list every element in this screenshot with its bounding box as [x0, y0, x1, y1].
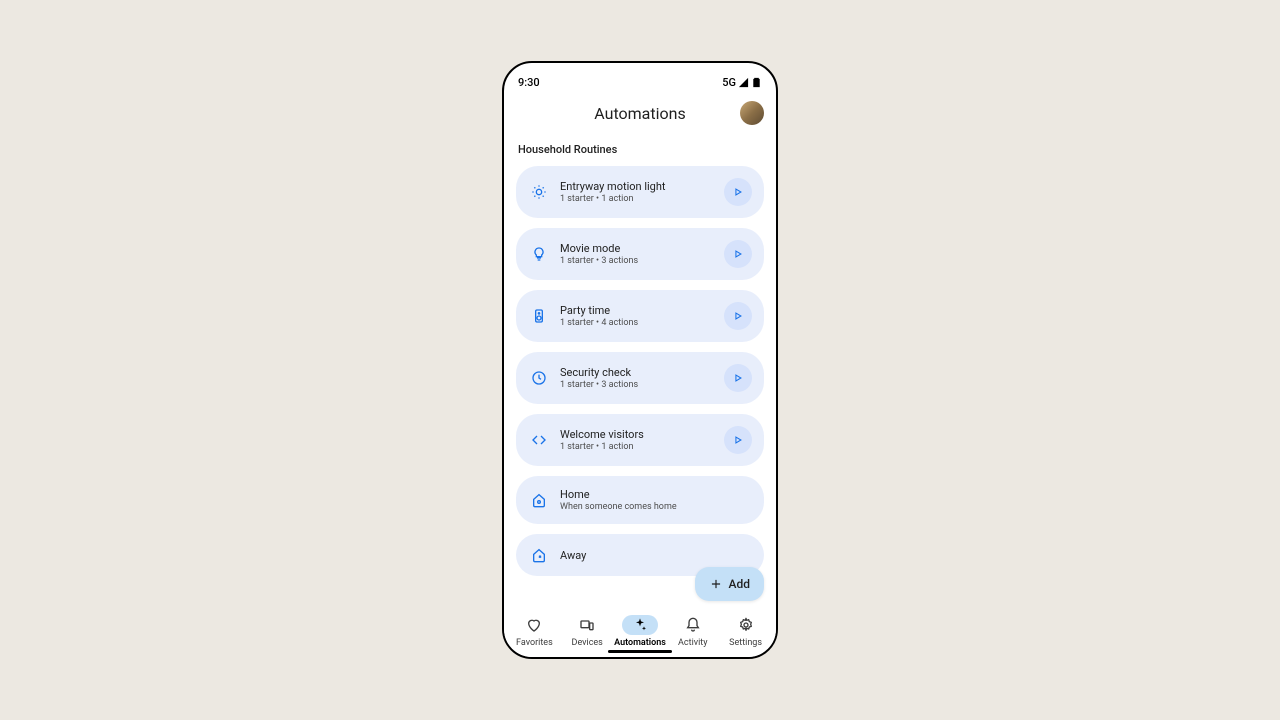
routine-text: Entryway motion light 1 starter • 1 acti…: [560, 180, 712, 204]
battery-icon: [751, 77, 762, 88]
gear-icon: [728, 615, 764, 635]
routine-security[interactable]: Security check 1 starter • 3 actions: [516, 352, 764, 404]
status-time: 9:30: [518, 76, 540, 89]
routine-sub: When someone comes home: [560, 502, 752, 512]
heart-icon: [516, 615, 552, 635]
routine-sub: 1 starter • 3 actions: [560, 256, 712, 266]
routine-entryway[interactable]: Entryway motion light 1 starter • 1 acti…: [516, 166, 764, 218]
avatar[interactable]: [740, 101, 764, 125]
routine-movie[interactable]: Movie mode 1 starter • 3 actions: [516, 228, 764, 280]
routine-title: Movie mode: [560, 242, 712, 255]
code-icon: [530, 431, 548, 449]
network-label: 5G: [722, 76, 736, 89]
nav-label: Automations: [614, 638, 666, 648]
routine-sub: 1 starter • 3 actions: [560, 380, 712, 390]
devices-icon: [569, 615, 605, 635]
routine-text: Away: [560, 549, 752, 562]
clock-icon: [530, 369, 548, 387]
status-bar: 9:30 5G: [504, 63, 776, 89]
status-right: 5G: [722, 76, 762, 89]
routine-title: Party time: [560, 304, 712, 317]
content: Household Routines Entryway motion light…: [504, 137, 776, 607]
signal-icon: [738, 77, 749, 88]
app-header: Automations: [504, 89, 776, 137]
nav-settings[interactable]: Settings: [719, 615, 772, 648]
speaker-icon: [530, 307, 548, 325]
brightness-icon: [530, 183, 548, 201]
play-button[interactable]: [724, 240, 752, 268]
plus-icon: [709, 577, 723, 591]
routine-sub: 1 starter • 4 actions: [560, 318, 712, 328]
add-button[interactable]: Add: [695, 567, 764, 601]
routine-title: Welcome visitors: [560, 428, 712, 441]
nav-automations[interactable]: Automations: [614, 615, 667, 648]
routine-title: Home: [560, 488, 752, 501]
routine-text: Security check 1 starter • 3 actions: [560, 366, 712, 390]
sparkle-icon: [622, 615, 658, 635]
home-icon: [530, 491, 548, 509]
nav-devices[interactable]: Devices: [561, 615, 614, 648]
routine-title: Away: [560, 549, 752, 562]
routine-home[interactable]: Home When someone comes home: [516, 476, 764, 524]
nav-label: Devices: [572, 638, 603, 648]
routine-sub: 1 starter • 1 action: [560, 194, 712, 204]
play-button[interactable]: [724, 364, 752, 392]
routine-text: Party time 1 starter • 4 actions: [560, 304, 712, 328]
fab-label: Add: [729, 577, 750, 591]
routine-title: Entryway motion light: [560, 180, 712, 193]
home-indicator[interactable]: [608, 650, 672, 653]
routine-title: Security check: [560, 366, 712, 379]
play-button[interactable]: [724, 178, 752, 206]
play-button[interactable]: [724, 426, 752, 454]
routine-text: Movie mode 1 starter • 3 actions: [560, 242, 712, 266]
bulb-icon: [530, 245, 548, 263]
nav-label: Settings: [729, 638, 762, 648]
routine-text: Welcome visitors 1 starter • 1 action: [560, 428, 712, 452]
play-button[interactable]: [724, 302, 752, 330]
nav-favorites[interactable]: Favorites: [508, 615, 561, 648]
phone-frame: 9:30 5G Automations Household Routines E…: [502, 61, 778, 659]
nav-label: Activity: [678, 638, 707, 648]
page-title: Automations: [594, 104, 685, 123]
routine-text: Home When someone comes home: [560, 488, 752, 512]
bell-icon: [675, 615, 711, 635]
nav-label: Favorites: [516, 638, 553, 648]
section-title: Household Routines: [518, 143, 764, 156]
routine-visitors[interactable]: Welcome visitors 1 starter • 1 action: [516, 414, 764, 466]
routine-sub: 1 starter • 1 action: [560, 442, 712, 452]
nav-activity[interactable]: Activity: [666, 615, 719, 648]
routine-party[interactable]: Party time 1 starter • 4 actions: [516, 290, 764, 342]
away-icon: [530, 546, 548, 564]
